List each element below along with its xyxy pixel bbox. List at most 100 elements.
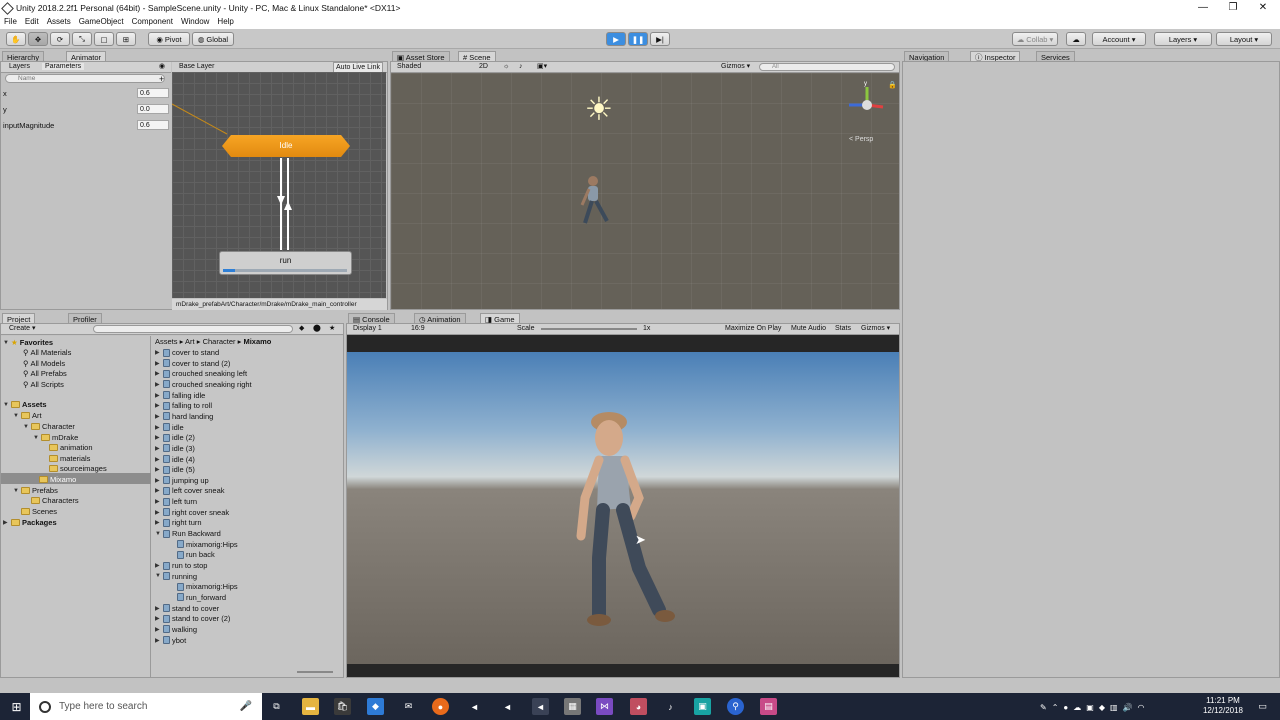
icon-size-slider[interactable]: [297, 671, 333, 673]
collapse-arrow-icon[interactable]: ▶: [155, 498, 161, 505]
rotate-tool-icon[interactable]: ⟳: [50, 32, 70, 46]
list-item[interactable]: ▶ idle (5): [155, 465, 195, 474]
collapse-arrow-icon[interactable]: ▶: [155, 487, 161, 494]
dropbox-icon[interactable]: ◆: [367, 698, 384, 715]
collab-button[interactable]: ☁ Collab ▾: [1012, 32, 1058, 46]
scene-search-input[interactable]: All: [759, 63, 895, 71]
minimize-icon[interactable]: —: [1188, 0, 1218, 16]
shading-dropdown[interactable]: Shaded: [397, 62, 471, 72]
microphone-icon[interactable]: 🎤: [240, 701, 252, 712]
restore-icon[interactable]: ❐: [1218, 0, 1248, 16]
animator-graph[interactable]: Idle run: [171, 72, 386, 298]
collapse-arrow-icon[interactable]: ▶: [155, 509, 161, 516]
volume-icon[interactable]: 🔊: [1123, 703, 1133, 712]
scale-tool-icon[interactable]: ⤡: [72, 32, 92, 46]
list-item[interactable]: ▶ idle (3): [155, 444, 195, 453]
menu-assets[interactable]: Assets: [43, 16, 75, 29]
windows-start-icon[interactable]: ⊞: [8, 698, 25, 715]
folder-animation[interactable]: animation: [49, 443, 93, 452]
menu-component[interactable]: Component: [128, 16, 177, 29]
collapse-arrow-icon[interactable]: ▶: [155, 562, 161, 569]
list-item[interactable]: ▶ jumping up: [155, 476, 209, 485]
play-button[interactable]: ▶: [606, 32, 626, 46]
collapse-arrow-icon[interactable]: ▶: [155, 402, 161, 409]
maximize-on-play-toggle[interactable]: Maximize On Play: [725, 324, 781, 334]
scene-viewport[interactable]: ☀ y < Persp 🔒: [391, 73, 899, 309]
taskbar-search-input[interactable]: Type here to search: [59, 701, 147, 712]
menu-file[interactable]: File: [0, 16, 21, 29]
folder-mdrake[interactable]: ▼ mDrake: [33, 433, 78, 442]
app-icon[interactable]: ◕: [630, 698, 647, 715]
tab-parameters[interactable]: Parameters: [41, 63, 85, 70]
list-item[interactable]: run_forward: [169, 593, 226, 602]
favorite-item[interactable]: ⚲ All Prefabs: [23, 369, 67, 378]
create-dropdown[interactable]: Create ▾: [9, 325, 35, 332]
collapse-arrow-icon[interactable]: ▶: [155, 637, 161, 644]
collapse-arrow-icon[interactable]: ▶: [155, 381, 161, 388]
mail-icon[interactable]: ✉: [400, 698, 417, 715]
list-item[interactable]: ▼ Run Backward: [155, 529, 221, 538]
notifications-icon[interactable]: ▭: [1254, 698, 1271, 715]
favorite-item[interactable]: ⚲ All Scripts: [23, 380, 64, 389]
hand-tool-icon[interactable]: ✋: [6, 32, 26, 46]
menu-edit[interactable]: Edit: [21, 16, 43, 29]
favorites-section[interactable]: ▼ ★ Favorites: [3, 338, 53, 347]
param-value-field[interactable]: 0.6: [137, 88, 169, 98]
breadcrumb-item[interactable]: Mixamo: [243, 337, 271, 346]
favorite-item[interactable]: ⚲ All Materials: [23, 348, 71, 357]
list-item[interactable]: ▶ walking: [155, 625, 197, 634]
state-node-idle[interactable]: Idle: [222, 135, 350, 157]
list-item[interactable]: ▶ ybot: [155, 636, 186, 645]
list-item[interactable]: ▶ crouched sneaking left: [155, 369, 247, 378]
list-item[interactable]: ▶ crouched sneaking right: [155, 380, 252, 389]
game-viewport[interactable]: ➤: [347, 352, 899, 664]
stats-toggle[interactable]: Stats: [835, 324, 851, 334]
list-item[interactable]: ▶ stand to cover: [155, 604, 219, 613]
lighting-toggle-icon[interactable]: ☼: [503, 62, 509, 72]
expand-arrow-icon[interactable]: ▼: [155, 573, 161, 579]
list-item[interactable]: ▶ idle (4): [155, 455, 195, 464]
taskbar-search[interactable]: Type here to search 🎤: [30, 693, 262, 720]
folder-materials[interactable]: materials: [49, 454, 90, 463]
transform-tool-icon[interactable]: ⊞: [116, 32, 136, 46]
add-parameter-icon[interactable]: +: [159, 74, 164, 84]
list-item[interactable]: ▶ left cover sneak: [155, 486, 225, 495]
folder-prefabs[interactable]: ▼ Prefabs: [13, 486, 58, 495]
state-node-run[interactable]: run: [219, 251, 352, 275]
collapse-arrow-icon[interactable]: ▶: [155, 626, 161, 633]
unity-editor-active-icon[interactable]: ◄: [532, 698, 549, 715]
list-item[interactable]: ▶ stand to cover (2): [155, 614, 230, 623]
list-item[interactable]: ▶ cover to stand (2): [155, 359, 230, 368]
collapse-arrow-icon[interactable]: ▶: [155, 477, 161, 484]
folder-packages[interactable]: ▶ Packages: [3, 518, 57, 527]
visual-studio-icon[interactable]: ⋈: [596, 698, 613, 715]
collapse-arrow-icon[interactable]: ▶: [155, 519, 161, 526]
task-view-icon[interactable]: ⧉: [268, 698, 285, 715]
collapse-arrow-icon[interactable]: ▶: [155, 349, 161, 356]
tray-app-icon[interactable]: ●: [1063, 703, 1068, 712]
collapse-arrow-icon[interactable]: ▶: [155, 370, 161, 377]
scene-orientation-gizmo[interactable]: y: [839, 77, 895, 133]
list-item[interactable]: ▶ left turn: [155, 497, 197, 506]
collapse-arrow-icon[interactable]: ▶: [155, 605, 161, 612]
unity-icon[interactable]: ◄: [466, 698, 483, 715]
collapse-arrow-icon[interactable]: ▶: [155, 360, 161, 367]
param-value-field[interactable]: 0.6: [137, 120, 169, 130]
pause-button[interactable]: ❚❚: [628, 32, 648, 46]
app-icon[interactable]: ♪: [662, 698, 679, 715]
filter-by-type-icon[interactable]: ◆: [299, 324, 304, 334]
folder-characters[interactable]: Characters: [31, 496, 79, 505]
network-icon[interactable]: ▥: [1110, 703, 1118, 712]
dropbox-icon[interactable]: ◆: [1099, 703, 1105, 712]
cloud-icon[interactable]: ☁: [1073, 703, 1081, 712]
maps-icon[interactable]: ⚲: [727, 698, 744, 715]
character-model-scene[interactable]: [579, 173, 615, 229]
close-icon[interactable]: ✕: [1248, 0, 1278, 16]
mute-audio-toggle[interactable]: Mute Audio: [791, 324, 826, 334]
game-gizmos-dropdown[interactable]: Gizmos ▾: [861, 324, 890, 334]
move-tool-icon[interactable]: ✥: [28, 32, 48, 46]
menu-gameobject[interactable]: GameObject: [75, 16, 128, 29]
list-item[interactable]: ▶ run to stop: [155, 561, 207, 570]
collapse-arrow-icon[interactable]: ▶: [155, 445, 161, 452]
base-layer-breadcrumb[interactable]: Base Layer: [179, 63, 214, 70]
